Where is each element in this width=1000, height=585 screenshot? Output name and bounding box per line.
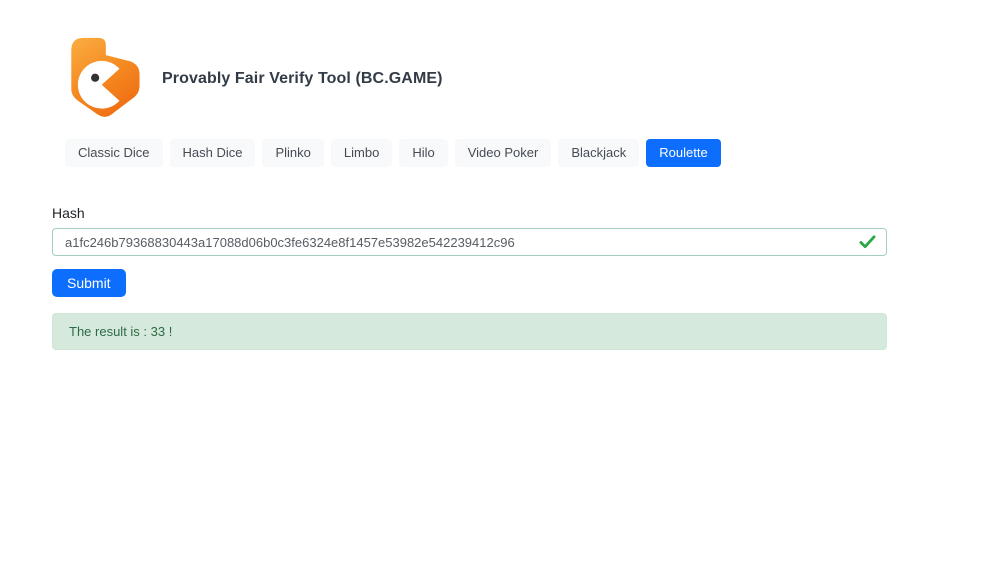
hash-input[interactable]: [52, 228, 887, 256]
hash-label: Hash: [52, 205, 887, 221]
tab-classic-dice[interactable]: Classic Dice: [65, 139, 163, 167]
result-alert: The result is : 33 !: [52, 313, 887, 350]
page-title: Provably Fair Verify Tool (BC.GAME): [162, 70, 443, 88]
verify-tool-page: Provably Fair Verify Tool (BC.GAME) Clas…: [0, 0, 1000, 585]
tab-roulette[interactable]: Roulette: [646, 139, 720, 167]
content-container: Provably Fair Verify Tool (BC.GAME) Clas…: [0, 0, 887, 350]
submit-button[interactable]: Submit: [52, 269, 126, 297]
game-tabs: Classic Dice Hash Dice Plinko Limbo Hilo…: [52, 139, 887, 167]
tab-video-poker[interactable]: Video Poker: [455, 139, 552, 167]
tab-blackjack[interactable]: Blackjack: [558, 139, 639, 167]
hash-input-wrap: [52, 228, 887, 256]
tab-hash-dice[interactable]: Hash Dice: [170, 139, 256, 167]
bc-game-logo-icon: [68, 33, 142, 125]
tab-limbo[interactable]: Limbo: [331, 139, 392, 167]
tab-plinko[interactable]: Plinko: [262, 139, 323, 167]
header: Provably Fair Verify Tool (BC.GAME): [52, 33, 887, 125]
tab-hilo[interactable]: Hilo: [399, 139, 447, 167]
